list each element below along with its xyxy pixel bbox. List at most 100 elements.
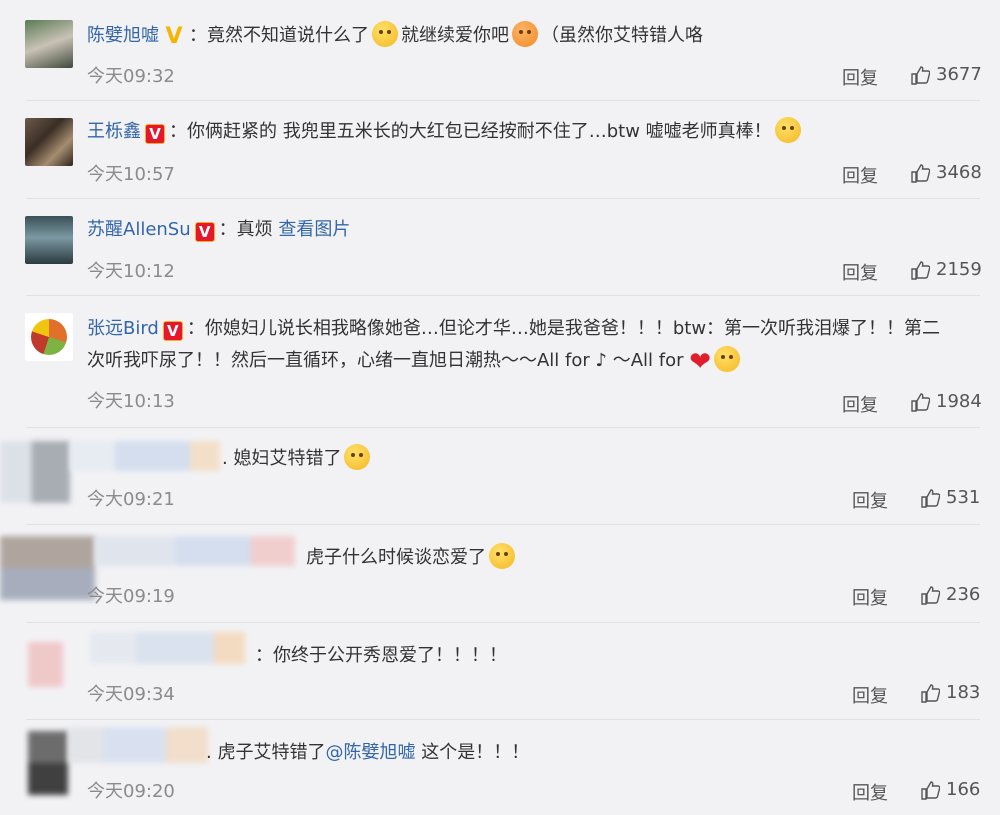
verified-badge-icon: V xyxy=(145,124,165,144)
timestamp: 今天10:13 xyxy=(87,391,175,412)
comment-body: 你终于公开秀恩爱了！！！！ xyxy=(273,645,507,666)
timestamp: 今天09:32 xyxy=(87,66,175,87)
blurred-avatar xyxy=(28,642,63,687)
comment-2: 王栎鑫 V ：你俩赶紧的 我兜里五米长的大红包已经按耐不住了…btw 嘘嘘老师真棒！… xyxy=(0,100,1000,200)
comment-body: （虽然你艾特错人咯 xyxy=(541,25,703,46)
reply-button[interactable]: 回复 xyxy=(852,487,888,513)
timestamp: 今天09:19 xyxy=(87,586,175,607)
colon: ： xyxy=(218,219,237,240)
avatar[interactable] xyxy=(25,20,73,68)
timestamp: 今天09:34 xyxy=(87,684,175,705)
emoji-icon xyxy=(344,444,371,470)
comment-text: . 媳妇艾特错了 xyxy=(222,443,960,475)
like-count: 2159 xyxy=(936,259,982,280)
timestamp: 今天10:57 xyxy=(87,164,175,185)
like-count: 236 xyxy=(946,584,981,605)
blurred-avatar xyxy=(0,536,95,600)
emoji-icon xyxy=(714,346,741,372)
thumbs-up-icon xyxy=(921,488,940,508)
blurred-username xyxy=(90,632,245,664)
verified-badge-icon: V xyxy=(165,24,183,49)
comment-body: 真烦 xyxy=(236,219,273,240)
like-button[interactable]: 236 xyxy=(920,584,980,605)
timestamp: 今天10:12 xyxy=(87,261,175,282)
colon: ： xyxy=(169,121,187,142)
timestamp: 今天09:20 xyxy=(87,781,175,802)
colon: ： xyxy=(255,645,273,666)
blurred-avatar xyxy=(28,731,68,795)
timestamp: 今大09:21 xyxy=(87,489,175,510)
comment-body: 虎子什么时候谈恋爱了 xyxy=(306,547,486,568)
comment-body: 你俩赶紧的 我兜里五米长的大红包已经按耐不住了…btw 嘘嘘老师真棒！ xyxy=(187,121,772,142)
comment-4: 张远Bird V ：你媳妇儿说长相我略像她爸…但论才华…她是我爸爸！！！btw：第一… xyxy=(0,295,1000,427)
username-link[interactable]: 苏醒AllenSu xyxy=(87,219,191,240)
comment-body: 你媳妇儿说长相我略像她爸…但论才华…她是我爸爸！！！btw：第一次听我泪爆了！！… xyxy=(204,318,941,339)
comment-3: 苏醒AllenSu V ：真烦 查看图片 今天10:12 回复 2159 xyxy=(0,198,1000,298)
emoji-icon xyxy=(512,21,538,47)
blurred-username xyxy=(95,536,295,566)
comment-text: 苏醒AllenSu V ：真烦 查看图片 xyxy=(87,214,960,246)
like-button[interactable]: 531 xyxy=(920,487,980,508)
like-count: 166 xyxy=(946,779,981,800)
reply-button[interactable]: 回复 xyxy=(842,64,878,90)
blurred-username xyxy=(70,441,220,471)
like-button[interactable]: 166 xyxy=(920,779,980,800)
reply-button[interactable]: 回复 xyxy=(842,391,878,417)
comment-text: . 虎子艾特错了@陈嬖旭嘘 这个是！！！ xyxy=(206,737,960,769)
avatar[interactable] xyxy=(25,118,73,166)
like-button[interactable]: 3677 xyxy=(910,64,982,85)
colon: ： xyxy=(186,318,205,339)
thumbs-up-icon xyxy=(911,65,930,85)
thumbs-up-icon xyxy=(911,392,930,412)
emoji-icon xyxy=(372,21,398,47)
comment-body: 次听我吓尿了！！然后一直循环，心绪一直旭日潮热～～All for ♪ ～All … xyxy=(87,350,684,371)
comment-5: . 媳妇艾特错了 今大09:21 回复 531 xyxy=(0,427,1000,525)
comment-text: 张远Bird V ：你媳妇儿说长相我略像她爸…但论才华…她是我爸爸！！！btw：第一… xyxy=(87,313,987,345)
blurred-username xyxy=(68,727,208,763)
verified-badge-icon: V xyxy=(194,222,215,242)
reply-button[interactable]: 回复 xyxy=(852,779,888,805)
comment-body: 这个是！！！ xyxy=(421,742,530,763)
avatar[interactable] xyxy=(25,216,73,264)
comment-7: ：你终于公开秀恩爱了！！！！ 今天09:34 回复 183 xyxy=(0,622,1000,720)
thumbs-up-icon xyxy=(911,163,930,183)
verified-badge-icon: V xyxy=(162,321,183,341)
comment-8: . 虎子艾特错了@陈嬖旭嘘 这个是！！！ 今天09:20 回复 166 xyxy=(0,719,1000,815)
colon: . xyxy=(222,448,228,469)
like-count: 3677 xyxy=(936,64,982,85)
like-button[interactable]: 3468 xyxy=(910,162,982,183)
like-button[interactable]: 1984 xyxy=(910,391,982,412)
thumbs-up-icon xyxy=(921,780,940,800)
reply-button[interactable]: 回复 xyxy=(852,682,888,708)
thumbs-up-icon xyxy=(921,683,940,703)
avatar-logo xyxy=(31,319,67,355)
comment-body: 虎子艾特错了 xyxy=(217,742,326,763)
like-button[interactable]: 2159 xyxy=(910,259,982,280)
comment-body: 媳妇艾特错了 xyxy=(233,448,342,469)
reply-button[interactable]: 回复 xyxy=(842,259,878,285)
view-image-link[interactable]: 查看图片 xyxy=(278,219,350,240)
comment-body: 就继续爱你吧 xyxy=(401,25,509,46)
like-count: 3468 xyxy=(936,162,982,183)
comment-body: 竟然不知道说什么了 xyxy=(207,25,369,46)
blurred-avatar xyxy=(0,441,70,503)
like-count: 1984 xyxy=(936,391,982,412)
emoji-icon xyxy=(489,543,515,569)
emoji-icon xyxy=(774,117,801,143)
username-link[interactable]: 张远Bird xyxy=(87,318,159,339)
username-link[interactable]: 王栎鑫 xyxy=(87,121,141,142)
comment-text: 王栎鑫 V ：你俩赶紧的 我兜里五米长的大红包已经按耐不住了…btw 嘘嘘老师真棒！ xyxy=(87,116,960,148)
comment-text: 陈嬖旭嘘 V ：竟然不知道说什么了 就继续爱你吧 （虽然你艾特错人咯 xyxy=(87,20,960,52)
mention-link[interactable]: @陈嬖旭嘘 xyxy=(325,742,415,763)
avatar[interactable] xyxy=(25,313,73,361)
thumbs-up-icon xyxy=(921,585,940,605)
comment-6: 虎子什么时候谈恋爱了 今天09:19 回复 236 xyxy=(0,524,1000,622)
comment-text: ：你终于公开秀恩爱了！！！！ xyxy=(255,640,960,672)
colon: ： xyxy=(189,25,207,46)
reply-button[interactable]: 回复 xyxy=(842,162,878,188)
reply-button[interactable]: 回复 xyxy=(852,584,888,610)
like-button[interactable]: 183 xyxy=(920,682,980,703)
username-link[interactable]: 陈嬖旭嘘 xyxy=(87,25,159,46)
comment-text: 次听我吓尿了！！然后一直循环，心绪一直旭日潮热～～All for ♪ ～All … xyxy=(87,345,960,378)
thumbs-up-icon xyxy=(911,260,930,280)
